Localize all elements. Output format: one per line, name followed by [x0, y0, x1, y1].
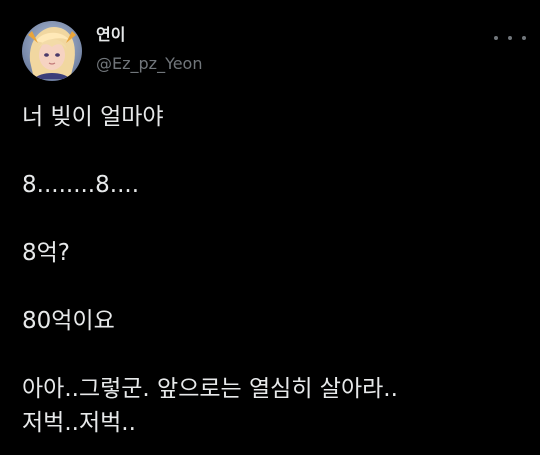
dot-icon [522, 36, 526, 40]
user-handle[interactable]: @Ez_pz_Yeon [96, 54, 202, 74]
tweet-line: 8........8.... [22, 172, 139, 198]
tweet-line: 8억? [22, 240, 71, 266]
tweet-text: 너 빚이 얼마야 8........8.... 8억? 80억이요 아아..그렇… [22, 100, 522, 440]
tweet-line: 80억이요 [22, 308, 115, 334]
more-options-icon[interactable] [494, 26, 526, 50]
avatar[interactable] [22, 21, 82, 81]
display-name[interactable]: 연이 [96, 25, 125, 45]
tweet-line: 아아..그렇군. 앞으로는 열심히 살아라.. [22, 376, 398, 402]
tweet: 연이 @Ez_pz_Yeon 너 빚이 얼마야 8........8.... 8… [0, 0, 540, 455]
tweet-line: 저벅..저벅.. [22, 410, 136, 436]
anime-avatar-icon [22, 21, 82, 81]
dot-icon [494, 36, 498, 40]
tweet-line: 너 빚이 얼마야 [22, 104, 164, 130]
dot-icon [508, 36, 512, 40]
